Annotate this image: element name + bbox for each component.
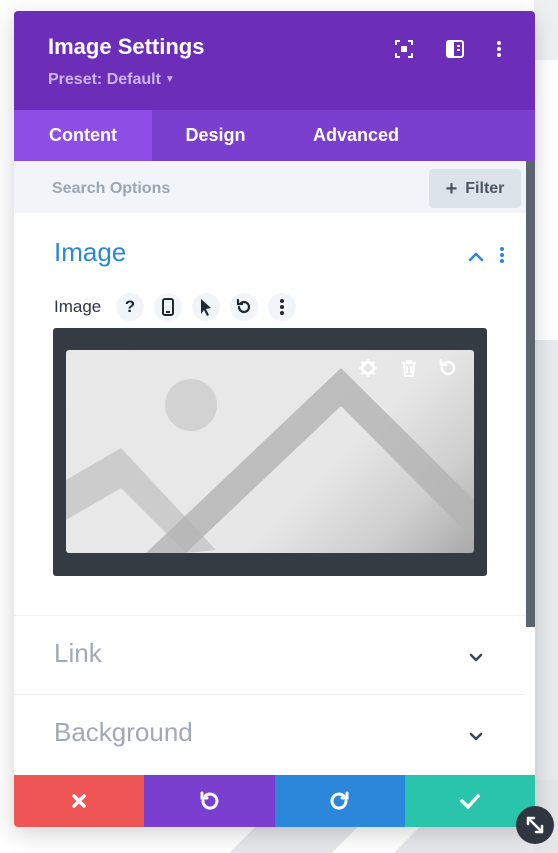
preset-selector[interactable]: Preset: Default ▼: [48, 71, 175, 89]
field-label-image: Image: [54, 297, 102, 316]
reset-icon[interactable]: [437, 358, 457, 378]
undo-icon: [200, 791, 219, 810]
settings-modal: Image Settings Preset: Default ▼ Content…: [14, 11, 535, 827]
section-title-background[interactable]: Background: [54, 717, 193, 748]
check-icon: [460, 794, 480, 809]
section-title-link[interactable]: Link: [54, 638, 102, 669]
scrollbar[interactable]: [526, 161, 535, 627]
reset-icon[interactable]: [230, 293, 258, 321]
chevron-up-icon[interactable]: [466, 247, 486, 267]
tab-content[interactable]: Content: [14, 110, 152, 161]
gear-icon[interactable]: [358, 358, 378, 378]
mobile-icon[interactable]: [154, 293, 182, 321]
divider: [14, 615, 526, 616]
close-icon: [72, 794, 86, 808]
modal-footer: [14, 775, 535, 827]
tab-bar: Content Design Advanced: [14, 110, 535, 161]
plus-icon: +: [445, 177, 458, 200]
redo-icon: [330, 791, 349, 810]
resize-icon: [526, 816, 544, 834]
sidebar-layout-icon[interactable]: [444, 38, 466, 60]
help-icon[interactable]: ?: [116, 293, 144, 321]
pointer-icon[interactable]: [192, 293, 220, 321]
image-placeholder[interactable]: [66, 350, 474, 553]
placeholder-actions: [66, 358, 474, 378]
more-icon[interactable]: [268, 293, 296, 321]
trash-icon[interactable]: [399, 358, 419, 378]
tab-advanced[interactable]: Advanced: [279, 110, 433, 161]
section-title-image[interactable]: Image: [54, 237, 126, 268]
chevron-down-icon[interactable]: [466, 647, 486, 667]
search-bar: + Filter: [14, 161, 526, 213]
focus-icon[interactable]: [393, 38, 415, 60]
background-decoration: [534, 0, 558, 60]
divider: [14, 694, 526, 695]
background-decoration: [534, 340, 558, 853]
caret-down-icon: ▼: [164, 74, 175, 85]
image-upload-box[interactable]: [53, 328, 487, 576]
tab-design[interactable]: Design: [152, 110, 279, 161]
undo-button[interactable]: [144, 775, 275, 827]
settings-content: Image Image ? Link Background: [14, 213, 526, 775]
modal-header[interactable]: Image Settings Preset: Default ▼: [14, 11, 535, 110]
modal-title: Image Settings: [48, 34, 205, 59]
section-more-icon[interactable]: [499, 245, 509, 269]
chevron-down-icon[interactable]: [466, 726, 486, 746]
discard-button[interactable]: [14, 775, 145, 827]
filter-button[interactable]: + Filter: [429, 169, 521, 208]
search-input[interactable]: [52, 178, 382, 200]
redo-button[interactable]: [274, 775, 405, 827]
save-button[interactable]: [404, 775, 535, 827]
preset-label: Preset: Default: [48, 71, 161, 88]
more-options-icon[interactable]: [488, 38, 510, 60]
resize-handle[interactable]: [516, 806, 554, 844]
filter-label: Filter: [465, 179, 505, 197]
